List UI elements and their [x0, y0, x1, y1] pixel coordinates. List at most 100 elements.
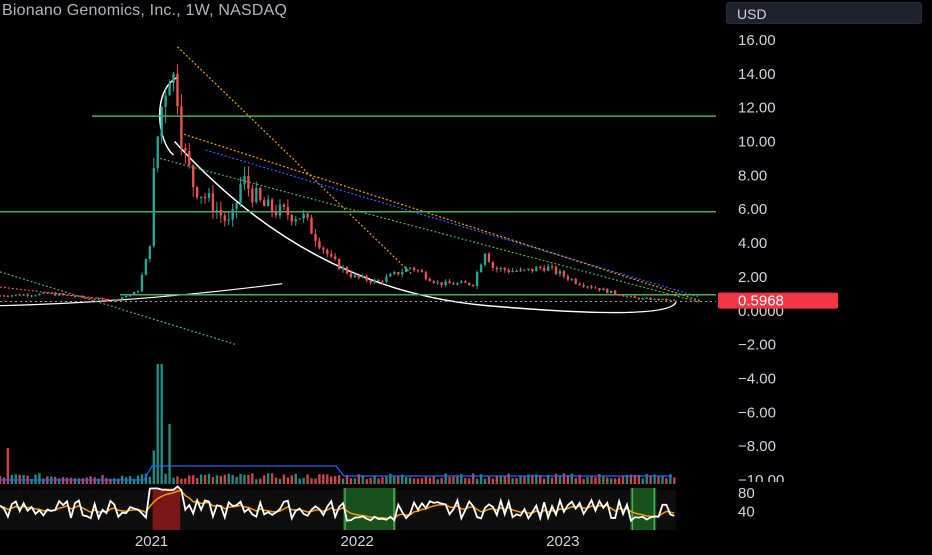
volume-bar: [610, 478, 613, 484]
volume-bar: [105, 478, 108, 484]
volume-bar: [428, 477, 432, 484]
chart-area[interactable]: 16.00 14.00 12.00 10.00 8.00 6.00 4.00 2.00 0.00…: [0, 0, 932, 550]
volume-bar: [673, 477, 676, 484]
volume-bar: [511, 478, 514, 484]
currency-button[interactable]: USD: [726, 2, 922, 24]
candle-body: [385, 276, 388, 282]
volume-bar: [302, 477, 305, 484]
candle-body: [645, 297, 648, 299]
trend-line-steep: [177, 46, 412, 274]
candle-body: [475, 272, 479, 286]
time-axis[interactable]: 2021 2022 2023: [135, 533, 580, 550]
volume-bar: [613, 478, 617, 484]
candle-body: [18, 294, 21, 296]
candle-body: [231, 208, 234, 220]
volume-bar: [586, 477, 589, 484]
volume-bar: [184, 478, 187, 484]
volume-bar: [152, 450, 155, 484]
chart-svg[interactable]: 16.0014.0012.0010.008.006.004.002.000.00…: [0, 0, 932, 550]
volume-bar: [2, 477, 6, 484]
oscillator-axis-label: 40: [738, 504, 755, 521]
volume-bar: [219, 475, 223, 484]
candle-body: [105, 299, 108, 302]
candle-body: [125, 295, 128, 298]
volume-bar: [582, 479, 585, 484]
candle-body: [302, 213, 305, 219]
candle-body: [22, 294, 25, 296]
volume-bar: [495, 475, 499, 484]
volume-bar: [523, 476, 526, 484]
candle-body: [416, 269, 420, 271]
candle-body: [168, 83, 171, 96]
candle-body: [263, 200, 266, 207]
candle-body: [180, 106, 183, 149]
price-axis-label: 14.00: [738, 66, 776, 83]
volume-bar: [515, 478, 518, 484]
volume-bar: [444, 473, 447, 484]
volume-bar: [554, 473, 558, 484]
volume-bar: [243, 474, 246, 484]
candle-body: [613, 290, 617, 295]
candle-body: [243, 176, 246, 185]
candle-body: [554, 266, 558, 274]
volume-bar: [322, 474, 325, 484]
candle-body: [511, 271, 514, 273]
volume-bar: [519, 476, 522, 484]
volume-bar: [507, 473, 510, 484]
volume-bar: [432, 475, 435, 484]
candle-body: [641, 298, 644, 300]
volume-bar: [263, 475, 266, 484]
volume-bar: [195, 478, 199, 484]
volume-bar: [550, 477, 554, 484]
candle-body: [621, 295, 625, 297]
oscillator-oversold-zone: [630, 488, 657, 530]
candle-body: [93, 298, 96, 300]
price-axis-label: 8.00: [738, 167, 767, 184]
candle-body: [132, 291, 136, 295]
volume-bar: [286, 477, 290, 484]
candle-body: [432, 281, 435, 283]
candle-body: [6, 296, 10, 298]
price-axis[interactable]: 16.0014.0012.0010.008.006.004.002.000.00…: [720, 32, 932, 521]
volume-bar: [223, 474, 226, 484]
candle-body: [420, 270, 424, 273]
volume-bar: [18, 474, 21, 484]
candle-body: [26, 294, 29, 296]
last-price-label: 0.5968: [738, 293, 784, 310]
volume-bar: [125, 477, 128, 484]
trend-lines: [0, 46, 701, 346]
volume-bar: [641, 478, 644, 484]
candle-body: [452, 283, 455, 285]
candle-body: [606, 288, 609, 293]
candle-body: [255, 188, 258, 203]
volume-bar: [464, 477, 467, 484]
volume-bar: [393, 475, 396, 484]
volume-bar: [483, 478, 487, 484]
volume-bar: [113, 478, 116, 484]
candle-body: [101, 298, 104, 300]
candle-body: [330, 254, 333, 257]
volume-bar: [326, 474, 329, 484]
candle-body: [625, 296, 629, 298]
candle-body: [160, 107, 163, 137]
candle-body: [164, 95, 167, 108]
volume-bar: [574, 478, 577, 484]
candle-body: [69, 295, 73, 297]
oscillator-axis-label: 80: [738, 485, 755, 502]
candle-body: [38, 293, 41, 296]
candle-body: [298, 218, 301, 220]
candle-body: [440, 282, 443, 286]
volume-bar: [377, 478, 380, 484]
candle-body: [34, 295, 37, 297]
volume-bar: [77, 478, 81, 484]
candle-body: [357, 275, 361, 278]
volume-bar: [235, 476, 238, 484]
candle-body: [215, 209, 219, 213]
candle-body: [128, 294, 132, 296]
axis-separator: [720, 482, 932, 486]
volume-bar: [436, 479, 439, 484]
volume-bar: [412, 478, 416, 484]
volume-bar: [65, 477, 69, 484]
candle-body: [270, 199, 274, 212]
candle-body: [121, 297, 124, 300]
